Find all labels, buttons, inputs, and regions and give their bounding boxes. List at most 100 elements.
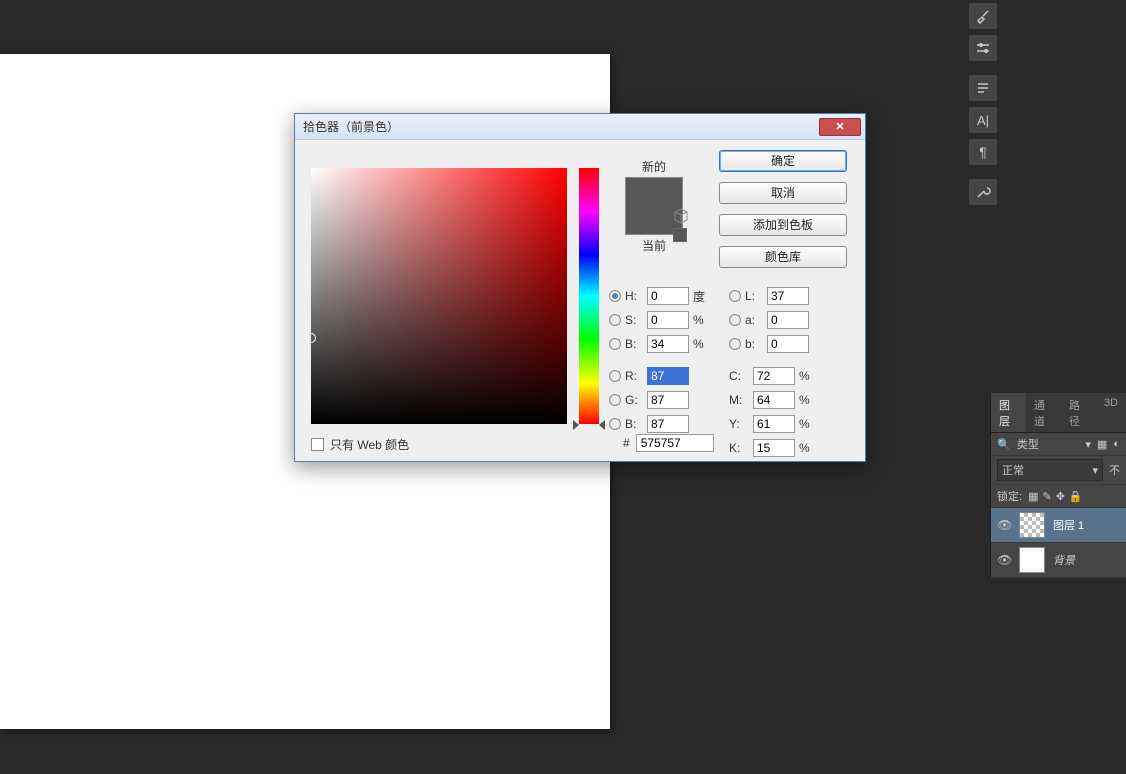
right-icon-strip: A| ¶ [968,0,1002,206]
radio-a[interactable] [729,314,741,326]
visibility-icon[interactable]: 👁 [997,518,1011,532]
tab-paths[interactable]: 路径 [1061,393,1096,432]
radio-b-hsb[interactable] [609,338,621,350]
dialog-title: 拾色器（前景色） [303,118,819,135]
h-input[interactable] [647,287,689,305]
b-lab-input[interactable] [767,335,809,353]
panel-tabs: 图层 通道 路径 3D [991,393,1126,433]
lock-all-icon[interactable]: 🔒 [1069,490,1083,503]
hue-pointer-icon [599,420,605,430]
y-label: Y: [729,417,749,431]
b-rgb-label: B: [625,417,643,431]
k-input[interactable] [753,439,795,457]
layer-item[interactable]: 👁 背景 [991,543,1126,578]
b-hsb-label: B: [625,337,643,351]
dialog-titlebar[interactable]: 拾色器（前景色） ✕ [295,114,865,140]
filter-adjust-icon[interactable]: ◐ [1113,438,1120,450]
web-only-checkbox[interactable] [311,438,324,451]
ok-button[interactable]: 确定 [719,150,847,172]
tab-layers[interactable]: 图层 [991,393,1026,432]
radio-b-lab[interactable] [729,338,741,350]
layer-item[interactable]: 👁 图层 1 [991,508,1126,543]
b-hsb-input[interactable] [647,335,689,353]
b-rgb-input[interactable] [647,415,689,433]
blend-mode-value: 正常 [1002,462,1024,478]
dialog-buttons: 确定 取消 添加到色板 颜色库 [719,150,847,268]
h-label: H: [625,289,643,303]
y-unit: % [799,417,817,431]
radio-h[interactable] [609,290,621,302]
web-safe-swatch[interactable] [673,228,687,242]
radio-g[interactable] [609,394,621,406]
c-label: C: [729,369,749,383]
lock-transparency-icon[interactable]: ▦ [1028,490,1038,503]
hex-prefix: # [623,436,630,450]
g-label: G: [625,393,643,407]
dialog-body: 新的 当前 确定 取消 添加到色板 颜色库 H: 度 [295,140,865,461]
layer-list: 👁 图层 1 👁 背景 [991,508,1126,578]
h-unit: 度 [693,288,711,305]
l-label: L: [745,289,763,303]
a-input[interactable] [767,311,809,329]
filter-row: 🔍 类型 ▾ ▦ ◐ [991,433,1126,456]
r-label: R: [625,369,643,383]
tab-channels[interactable]: 通道 [1026,393,1061,432]
radio-l[interactable] [729,290,741,302]
color-library-button[interactable]: 颜色库 [719,246,847,268]
layer-thumbnail[interactable] [1019,547,1045,573]
wrench-icon[interactable] [968,178,998,206]
close-button[interactable]: ✕ [819,118,861,136]
lock-label: 锁定: [997,488,1022,504]
radio-b-rgb[interactable] [609,418,621,430]
pilcrow-icon[interactable]: ¶ [968,138,998,166]
adjust-icon[interactable] [968,34,998,62]
hex-input[interactable] [636,434,714,452]
lock-brush-icon[interactable]: ✎ [1042,490,1051,503]
blend-mode-dropdown[interactable]: 正常 ▾ [997,459,1103,481]
web-only-label: 只有 Web 颜色 [330,436,409,453]
l-input[interactable] [767,287,809,305]
color-picker-dialog: 拾色器（前景色） ✕ 新的 当前 确定 取消 添加到色板 颜色库 [294,113,866,462]
type-label: 类型 [1017,436,1039,452]
c-input[interactable] [753,367,795,385]
hue-pointer-icon [573,420,579,430]
filter-image-icon[interactable]: ▦ [1097,438,1107,451]
search-icon: 🔍 [997,438,1011,451]
m-input[interactable] [753,391,795,409]
cancel-button[interactable]: 取消 [719,182,847,204]
g-input[interactable] [647,391,689,409]
hue-slider[interactable] [579,168,599,424]
visibility-icon[interactable]: 👁 [997,553,1011,567]
hex-row: # [623,434,714,452]
lock-move-icon[interactable]: ✥ [1056,490,1065,503]
paragraph-icon[interactable] [968,74,998,102]
color-picker-cursor[interactable] [306,333,316,343]
text-icon[interactable]: A| [968,106,998,134]
c-unit: % [799,369,817,383]
tab-3d[interactable]: 3D [1096,393,1126,432]
blend-row: 正常 ▾ 不 [991,456,1126,485]
m-label: M: [729,393,749,407]
k-unit: % [799,441,817,455]
add-swatch-button[interactable]: 添加到色板 [719,214,847,236]
brush-icon[interactable] [968,2,998,30]
y-input[interactable] [753,415,795,433]
m-unit: % [799,393,817,407]
cube-icon[interactable] [673,208,689,224]
new-color-label: 新的 [609,158,699,175]
radio-r[interactable] [609,370,621,382]
k-label: K: [729,441,749,455]
r-input[interactable] [647,367,689,385]
web-only-row: 只有 Web 颜色 [311,436,409,453]
chevron-down-icon: ▾ [1092,464,1098,477]
s-input[interactable] [647,311,689,329]
saturation-field[interactable] [311,168,567,424]
lock-row: 锁定: ▦ ✎ ✥ 🔒 [991,485,1126,508]
radio-s[interactable] [609,314,621,326]
layer-thumbnail[interactable] [1019,512,1045,538]
s-label: S: [625,313,643,327]
layer-name: 图层 1 [1053,517,1084,533]
layers-panel: 图层 通道 路径 3D 🔍 类型 ▾ ▦ ◐ 正常 ▾ 不 锁定: ▦ ✎ ✥ … [990,393,1126,578]
color-swatch[interactable] [625,177,683,235]
s-unit: % [693,313,711,327]
